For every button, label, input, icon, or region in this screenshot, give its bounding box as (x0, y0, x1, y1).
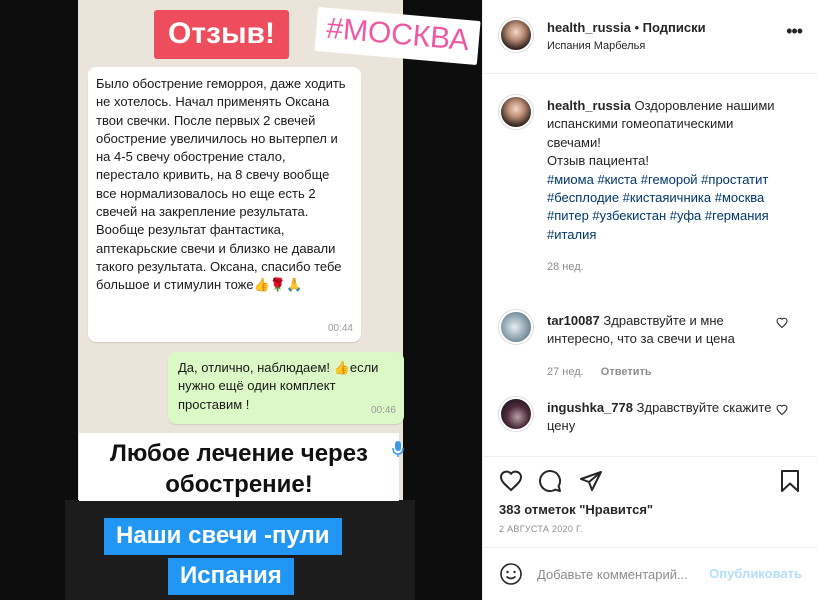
post-date[interactable]: 2 АВГУСТА 2020 Г. (499, 524, 583, 534)
outgoing-chat-text: Да, отлично, наблюдаем! 👍если нужно ещё … (178, 360, 379, 412)
comment-body: tar10087 Здравствуйте и мне интересно, ч… (547, 312, 779, 381)
bookmark-icon[interactable] (779, 469, 801, 498)
like-heart-icon[interactable] (499, 469, 523, 498)
likes-count[interactable]: 383 отметок "Нравится" (499, 502, 653, 517)
commenter-avatar[interactable] (499, 310, 533, 344)
story-caption: Любое лечение через обострение! (79, 433, 399, 501)
post-actions: 383 отметок "Нравится" 2 АВГУСТА 2020 Г. (483, 456, 817, 546)
story-banner-line2: Испания (168, 558, 294, 595)
author-line: health_russia • Подписки (547, 20, 706, 35)
comments-list[interactable]: health_russia Оздоровление нашими испанс… (483, 75, 817, 455)
commenter-avatar[interactable] (499, 397, 533, 431)
story-banner-line1: Наши свечи -пули (104, 518, 342, 555)
comment-like-icon[interactable] (776, 403, 788, 421)
caption-age: 28 нед. (547, 261, 584, 274)
post-image[interactable]: Отзыв! #МОСКВА Было обострение геморроя,… (0, 0, 482, 600)
caption-username[interactable]: health_russia (547, 98, 631, 113)
add-comment-bar: Опубликовать (483, 547, 817, 600)
publish-button[interactable]: Опубликовать (709, 566, 802, 581)
comment-age: 27 нед. (547, 365, 584, 378)
post-sidebar: health_russia • Подписки Испания Марбель… (482, 0, 817, 600)
outgoing-chat-bubble: Да, отлично, наблюдаем! 👍если нужно ещё … (168, 352, 404, 424)
share-paper-plane-icon[interactable] (579, 469, 603, 498)
comment-like-icon[interactable] (776, 316, 788, 334)
caption-meta: 28 нед. (547, 258, 779, 276)
following-button[interactable]: Подписки (643, 20, 706, 35)
comment-input[interactable] (537, 564, 707, 584)
caption-hashtags[interactable]: #миома #киста #геморой #простатит #беспл… (547, 172, 769, 242)
caption-body: health_russia Оздоровление нашими испанс… (547, 97, 779, 277)
microphone-icon (392, 440, 404, 458)
commenter-username[interactable]: ingushka_778 (547, 400, 633, 415)
comment-meta: 27 нед. Ответить (547, 363, 779, 381)
post-header: health_russia • Подписки Испания Марбель… (483, 0, 817, 74)
incoming-chat-time: 00:44 (327, 322, 353, 334)
emoji-smiley-icon[interactable] (499, 562, 523, 591)
incoming-chat-bubble: Было обострение геморроя, даже ходить не… (88, 67, 361, 342)
author-avatar[interactable] (499, 18, 533, 52)
author-username[interactable]: health_russia (547, 20, 631, 35)
more-horizontal-icon[interactable]: ••• (786, 22, 803, 40)
post-location[interactable]: Испания Марбелья (547, 40, 645, 52)
story-caption-line2: обострение! (165, 471, 313, 498)
reply-button[interactable]: Ответить (601, 366, 652, 378)
incoming-chat-text: Было обострение геморроя, даже ходить не… (96, 76, 346, 293)
header-separator: • (634, 20, 640, 35)
outgoing-chat-time: 00:46 (370, 404, 396, 416)
commenter-username[interactable]: tar10087 (547, 313, 600, 328)
story-caption-line1: Любое лечение через (110, 440, 368, 467)
comment-bubble-icon[interactable] (538, 469, 562, 498)
review-sticker: Отзыв! (154, 10, 289, 59)
caption-author-avatar[interactable] (499, 95, 533, 129)
comment-body: ingushka_778 Здравствуйте скажите цену (547, 399, 779, 436)
